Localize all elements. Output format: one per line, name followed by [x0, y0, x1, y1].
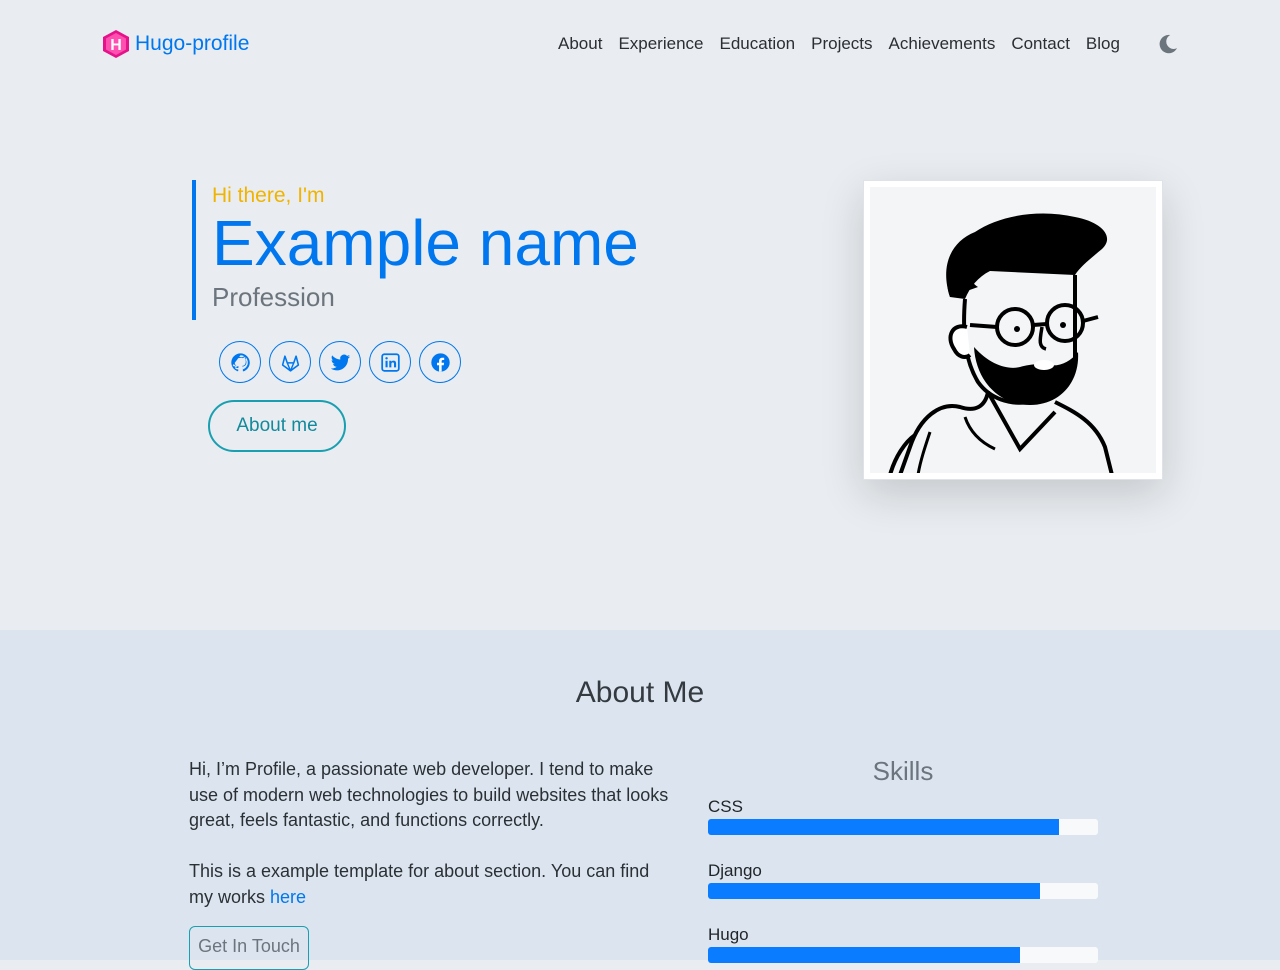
skill-django: Django	[708, 861, 1098, 899]
github-icon	[230, 352, 250, 371]
brand-name: Hugo-profile	[135, 32, 250, 55]
nav-links: About Experience Education Projects Achi…	[550, 34, 1128, 54]
social-links	[219, 341, 469, 383]
skill-label: Django	[708, 861, 762, 880]
nav-education[interactable]: Education	[712, 34, 804, 54]
avatar-illustration	[870, 187, 1156, 473]
hero-greeting: Hi there, I'm	[212, 184, 325, 207]
skill-progress-fill	[708, 819, 1059, 835]
hero-intro: Hi there, I'm Example name Profession	[192, 180, 639, 320]
gitlab-icon	[281, 354, 299, 372]
gitlab-link[interactable]	[269, 341, 311, 383]
about-paragraph-1: Hi, I’m Profile, a passionate web develo…	[189, 759, 669, 830]
svg-text:H: H	[110, 37, 122, 54]
about-paragraph-2: This is a example template for about sec…	[189, 859, 674, 910]
about-me-button[interactable]: About me	[208, 400, 346, 452]
moon-icon	[1159, 34, 1177, 54]
hugo-logo-icon: H	[103, 30, 129, 58]
skills-title: Skills	[872, 756, 934, 786]
about-paragraph-2-text: This is a example template for about sec…	[189, 861, 650, 907]
skill-hugo: Hugo	[708, 925, 1098, 963]
twitter-icon	[330, 354, 350, 370]
hero-profession: Profession	[212, 282, 335, 312]
skill-label: CSS	[708, 797, 743, 816]
skill-progress-fill	[708, 947, 1020, 963]
navbar: H Hugo-profile About Experience Educatio…	[0, 0, 1280, 90]
theme-toggle-button[interactable]	[1155, 31, 1181, 57]
skill-progress-fill	[708, 883, 1040, 899]
linkedin-link[interactable]	[369, 341, 411, 383]
get-in-touch-button[interactable]: Get In Touch	[189, 926, 309, 970]
avatar	[863, 180, 1163, 480]
about-section: About Me Hi, I’m Profile, a passionate w…	[0, 630, 1280, 970]
nav-experience[interactable]: Experience	[610, 34, 711, 54]
brand-link[interactable]: H Hugo-profile	[102, 29, 249, 59]
skill-progress-bar	[708, 947, 1098, 963]
linkedin-icon	[380, 352, 400, 372]
skill-label: Hugo	[708, 925, 749, 944]
nav-contact[interactable]: Contact	[1003, 34, 1078, 54]
skill-progress-bar	[708, 883, 1098, 899]
nav-projects[interactable]: Projects	[803, 34, 880, 54]
facebook-link[interactable]	[419, 341, 461, 383]
nav-about[interactable]: About	[550, 34, 610, 54]
nav-blog[interactable]: Blog	[1078, 34, 1128, 54]
github-link[interactable]	[219, 341, 261, 383]
skill-progress-bar	[708, 819, 1098, 835]
twitter-link[interactable]	[319, 341, 361, 383]
hero-name: Example name	[212, 207, 639, 279]
nav-achievements[interactable]: Achievements	[881, 34, 1004, 54]
facebook-icon	[430, 352, 450, 372]
works-link[interactable]: here	[270, 887, 306, 907]
skill-css: CSS	[708, 797, 1098, 835]
about-title: About Me	[575, 676, 705, 709]
